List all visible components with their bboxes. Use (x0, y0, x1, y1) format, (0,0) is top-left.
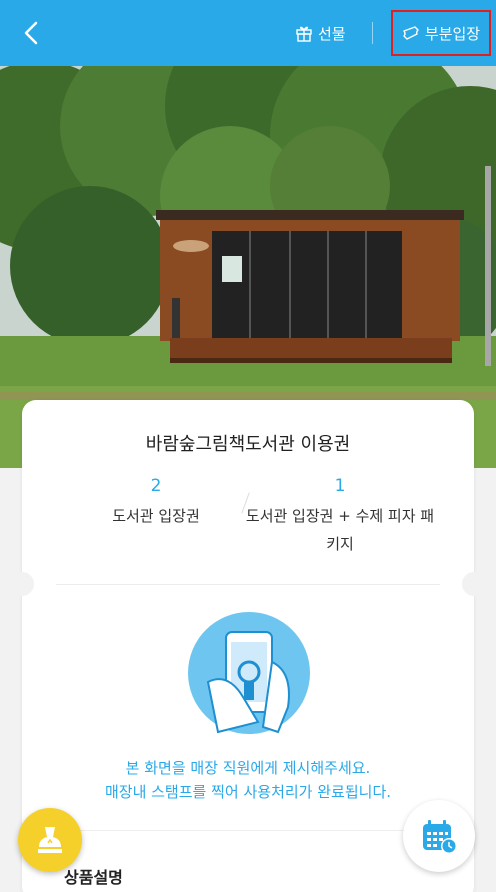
ticket-option[interactable]: 2 도서관 입장권 (56, 476, 256, 530)
option-count: 1 (334, 476, 346, 496)
partial-entry-label: 부분입장 (424, 24, 481, 43)
ticket-perforation (56, 584, 440, 585)
ticket-title: 바람숲그림책도서관 이용권 (145, 434, 351, 455)
product-description-heading: 상품설명 (64, 868, 123, 887)
top-app-bar: 선물 부분입장 (0, 0, 496, 66)
chevron-left-icon (24, 21, 38, 45)
partial-entry-button[interactable]: 부분입장 (391, 10, 491, 56)
stamp-button[interactable] (18, 808, 82, 872)
instruction-line: 매장내 스탬프를 찍어 사용처리가 완료됩니다. (104, 783, 392, 801)
gift-label: 선물 (318, 24, 346, 43)
header-divider (372, 22, 373, 44)
ticket-notch-right (462, 572, 486, 596)
gift-button[interactable]: 선물 (295, 20, 346, 46)
ticket-notch-left (10, 572, 34, 596)
instruction-text: 본 화면을 매장 직원에게 제시해주세요. 매장내 스탬프를 찍어 사용처리가 … (22, 756, 474, 804)
option-label: 도서관 입장권 (112, 507, 200, 525)
back-button[interactable] (18, 17, 46, 49)
option-count: 2 (150, 476, 162, 496)
section-divider (56, 830, 440, 831)
stamp-icon (38, 827, 62, 853)
ticket-icon (403, 26, 419, 40)
instruction-line: 본 화면을 매장 직원에게 제시해주세요. (125, 759, 371, 777)
option-label: 도서관 입장권 + 수제 피자 패키지 (245, 507, 435, 553)
phone-stamp-illustration (188, 612, 310, 734)
calendar-button[interactable] (403, 800, 475, 872)
calendar-icon (423, 820, 457, 854)
ticket-option[interactable]: 1 도서관 입장권 + 수제 피자 패키지 (240, 476, 440, 558)
gift-icon (296, 26, 312, 42)
